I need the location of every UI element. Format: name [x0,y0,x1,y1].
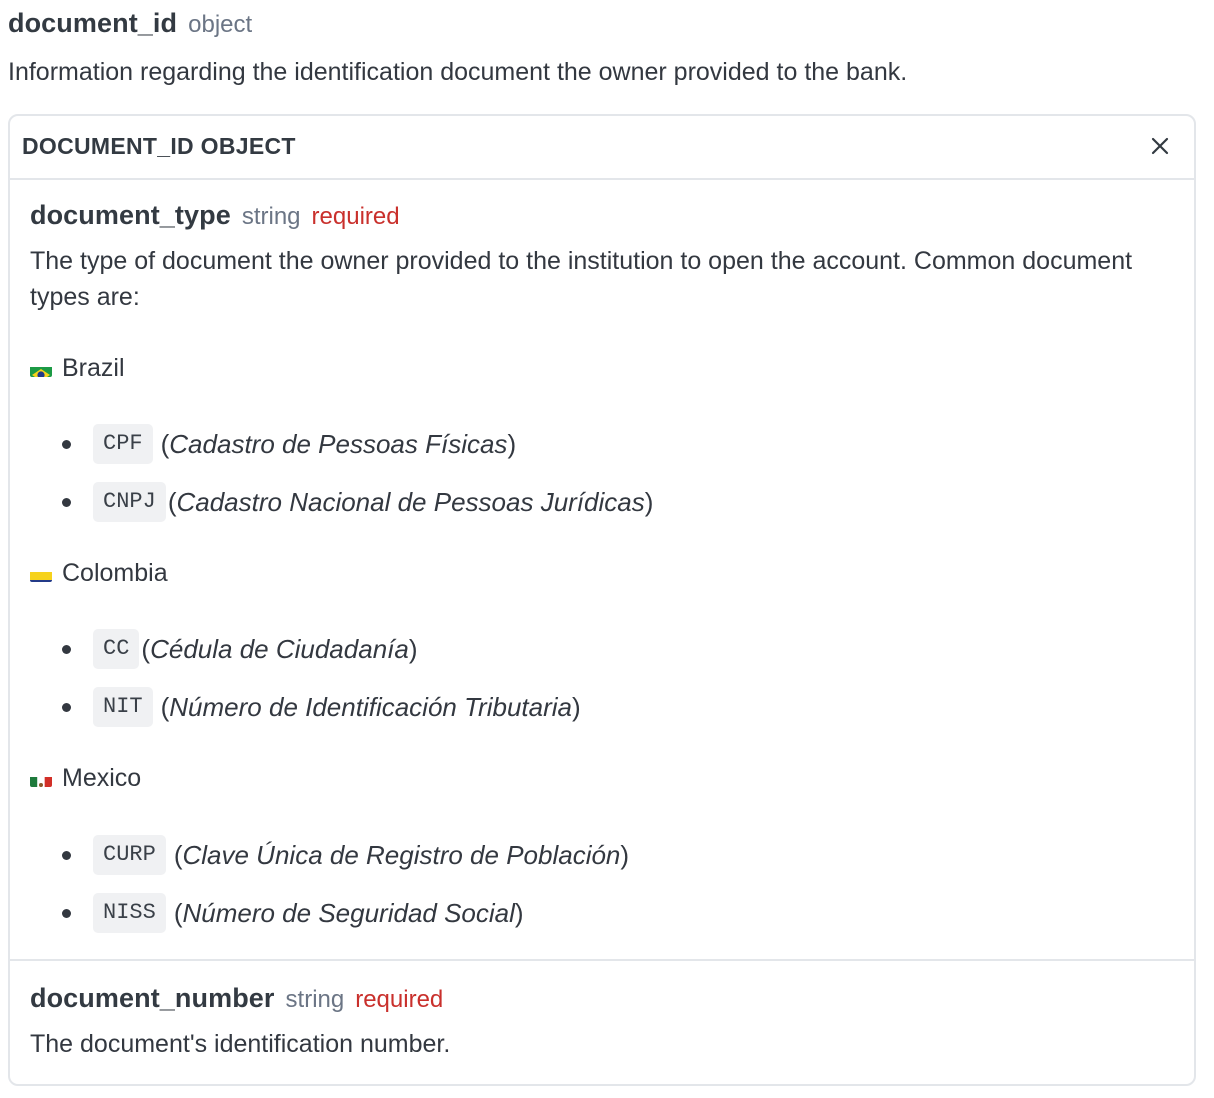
bullet [62,644,71,654]
property-document-number: document_number string required The docu… [30,983,1174,1062]
field-header: document_id object [8,8,252,39]
close-paren: ) [408,633,418,664]
object-panel: DOCUMENT_ID OBJECT document_type string … [8,114,1196,1086]
property-name: document_number [30,983,275,1013]
document-full-name: Número de Seguridad Social [182,897,515,928]
document-code: CNPJ [93,482,166,522]
colombia-flag-icon [30,566,52,582]
document-full-name: Cadastro de Pessoas Físicas [169,428,508,459]
document-code: NISS [93,893,166,933]
list-item: NISS (Número de Seguridad Social) [62,893,524,933]
property-name: document_type [30,200,231,230]
property-description: The type of document the owner provided … [30,247,1133,311]
close-paren: ) [620,839,630,870]
list-item: CPF (Cadastro de Pessoas Físicas) [62,424,516,464]
country-brazil: Brazil [30,354,125,383]
document-full-name: Clave Única de Registro de Población [182,839,621,870]
bullet [62,908,71,918]
list-item: CC (Cédula de Ciudadanía) [62,629,418,669]
country-name: Mexico [62,764,142,792]
document-full-name: Cédula de Ciudadanía [150,633,409,664]
field-description: Information regarding the identification… [8,58,908,86]
list-item: CURP (Clave Única de Registro de Poblaci… [62,835,629,875]
close-paren: ) [507,428,517,459]
open-paren: ( [167,486,177,517]
document-code: CURP [93,835,166,875]
open-paren: ( [173,897,183,928]
property-header: document_number string required [30,983,1174,1014]
required-badge: required [311,203,400,230]
bullet [62,702,71,712]
open-paren: ( [160,691,170,722]
close-button[interactable] [1148,134,1172,158]
property-header: document_type string required [30,200,1174,231]
country-mexico: Mexico [30,764,141,793]
document-full-name: Cadastro Nacional de Pessoas Jurídicas [176,486,645,517]
bullet [62,439,71,449]
mexico-flag-icon [30,771,52,787]
country-name: Brazil [62,354,125,382]
document-code: CPF [93,424,153,464]
required-badge: required [355,986,444,1013]
property-description: The document's identification number. [30,1030,451,1058]
open-paren: ( [141,633,151,664]
close-paren: ) [644,486,654,517]
country-colombia: Colombia [30,559,168,588]
property-type: string [241,203,301,230]
field-name: document_id [8,8,178,38]
brazil-flag-icon [30,361,52,377]
country-name: Colombia [62,559,168,587]
close-paren: ) [572,691,581,722]
close-paren: ) [514,897,524,928]
open-paren: ( [173,839,183,870]
open-paren: ( [160,428,170,459]
close-icon [1151,137,1169,155]
document-code: NIT [93,687,153,727]
bullet [62,497,71,507]
property-document-type: document_type string required The type o… [30,200,1174,315]
document-code: CC [93,629,140,669]
bullet [62,850,71,860]
list-item: CNPJ (Cadastro Nacional de Pessoas Juríd… [62,482,653,522]
document-full-name: Número de Identificación Tributaria [169,691,572,722]
divider [10,959,1194,961]
panel-title: DOCUMENT_ID OBJECT [22,133,296,159]
field-type: object [188,11,253,38]
panel-header: DOCUMENT_ID OBJECT [10,116,1194,180]
list-item: NIT (Número de Identificación Tributaria… [62,687,581,727]
property-type: string [285,986,345,1013]
